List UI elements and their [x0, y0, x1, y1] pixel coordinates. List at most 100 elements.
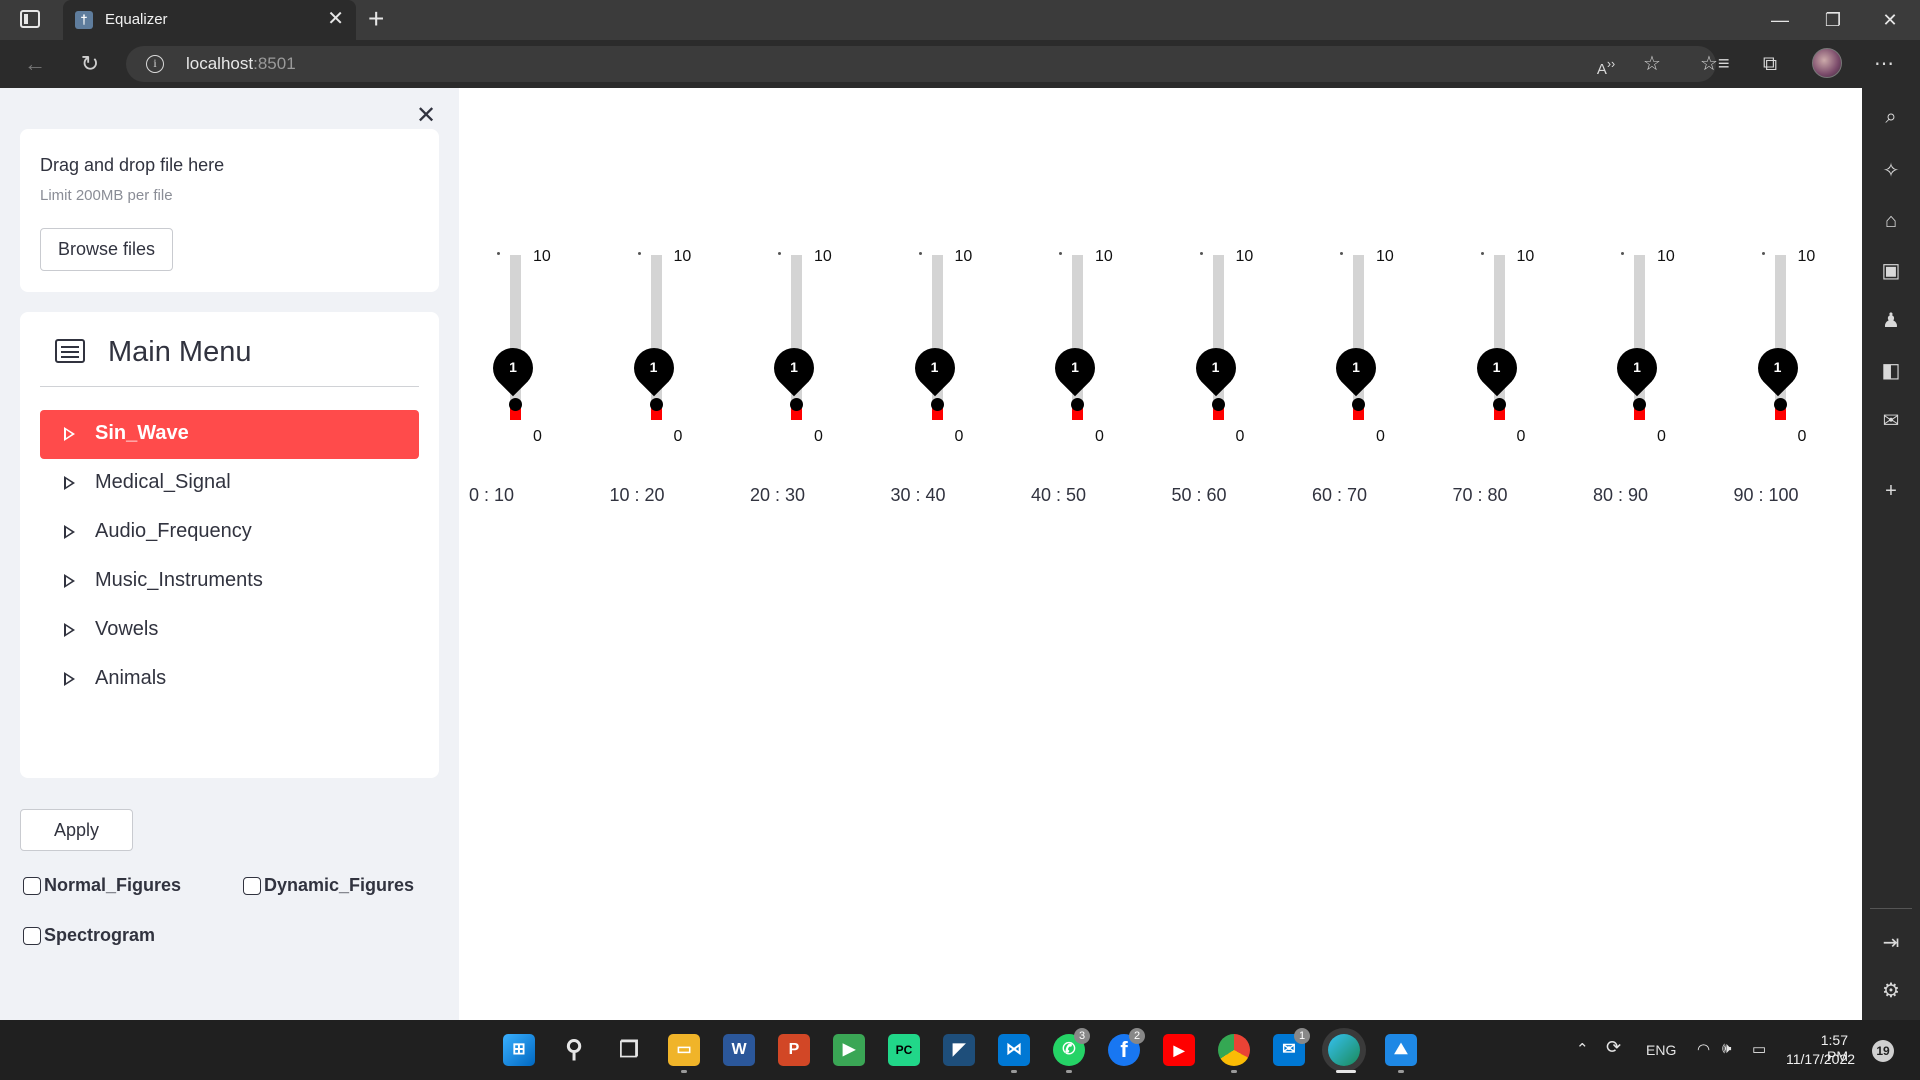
apply-button[interactable]: Apply: [20, 809, 133, 851]
checkbox-label: Spectrogram: [44, 925, 156, 945]
wifi-icon[interactable]: ◠: [1697, 1040, 1710, 1058]
band-slider[interactable]: 10 1 0: [1302, 238, 1432, 445]
briefcase-icon[interactable]: ▣: [1876, 256, 1906, 286]
window-close-button[interactable]: ✕: [1870, 6, 1910, 34]
running-indicator: [1011, 1070, 1017, 1073]
checkbox-box[interactable]: [23, 927, 41, 945]
edge-divider: [1870, 908, 1912, 909]
menu-item-medical-signal[interactable]: Medical_Signal: [40, 459, 419, 508]
slider-thumb[interactable]: [1211, 397, 1225, 411]
sway-icon[interactable]: ▶: [833, 1034, 865, 1066]
play-triangle-icon: [64, 525, 75, 539]
address-bar[interactable]: i localhost:8501: [126, 46, 1716, 82]
slider-min-label: 0: [1095, 428, 1104, 445]
sparkle-icon[interactable]: ✧: [1876, 156, 1906, 186]
band-slider[interactable]: 10 1 0: [1021, 238, 1151, 445]
slider-thumb[interactable]: [1773, 397, 1787, 411]
back-arrow-icon[interactable]: ←: [20, 50, 50, 78]
battery-icon[interactable]: ▭: [1752, 1040, 1766, 1058]
powerpoint-icon[interactable]: P: [778, 1034, 810, 1066]
url-text[interactable]: localhost:8501: [186, 54, 296, 74]
read-aloud-icon[interactable]: A››: [1592, 50, 1620, 78]
band-slider[interactable]: 10 1 0: [881, 238, 1011, 445]
band-slider[interactable]: 10 1 0: [1443, 238, 1573, 445]
profile-avatar[interactable]: [1812, 48, 1842, 78]
outlook-icon[interactable]: ✉: [1876, 406, 1906, 436]
slider-thumb[interactable]: [790, 397, 803, 411]
new-tab-button[interactable]: +: [368, 3, 384, 35]
band-range-label: 40 : 50: [1031, 485, 1087, 505]
slider-max-label: 10: [1235, 248, 1254, 265]
band-slider[interactable]: 10 1 0: [459, 238, 589, 445]
collections-icon[interactable]: ⧉: [1756, 50, 1784, 78]
chevron-up-icon[interactable]: ⌃: [1576, 1040, 1589, 1058]
band-slider[interactable]: 10 1 0: [600, 238, 730, 445]
slider-thumb[interactable]: [509, 397, 522, 411]
band-slider[interactable]: 10 1 0: [740, 238, 870, 445]
menu-item-sin-wave[interactable]: Sin_Wave: [40, 410, 419, 459]
menu-item-music-instruments[interactable]: Music_Instruments: [40, 557, 419, 606]
edge-sidebar: ⌕ ✧ ⌂ ▣ ♟ ◧ ✉ + ⇥ ⚙: [1862, 88, 1920, 1020]
pycharm-icon[interactable]: PC: [888, 1034, 920, 1066]
band-range-label: 70 : 80: [1452, 485, 1508, 505]
slider-tick: [1621, 252, 1624, 255]
photos-icon[interactable]: ⛰: [1385, 1034, 1417, 1066]
slider-thumb[interactable]: [1633, 397, 1646, 411]
games-icon[interactable]: ♟: [1876, 306, 1906, 336]
word-icon[interactable]: W: [723, 1034, 755, 1066]
slider-thumb[interactable]: [1352, 397, 1365, 411]
hide-sidebar-icon[interactable]: ⇥: [1876, 928, 1906, 958]
checkbox-box[interactable]: [23, 877, 41, 895]
settings-gear-icon[interactable]: ⚙: [1876, 976, 1906, 1006]
volume-icon[interactable]: 🕪: [1722, 1040, 1731, 1057]
edge-browser-icon[interactable]: [1328, 1034, 1360, 1066]
slider-thumb[interactable]: [1071, 397, 1084, 411]
browse-files-button[interactable]: Browse files: [40, 228, 173, 271]
running-indicator: [681, 1070, 687, 1073]
file-uploader[interactable]: Drag and drop file here Limit 200MB per …: [20, 129, 439, 292]
slider-max-label: 10: [673, 248, 692, 265]
checkbox-box[interactable]: [243, 877, 261, 895]
app-page: ✕ Drag and drop file here Limit 200MB pe…: [0, 88, 1862, 1020]
task-view-icon[interactable]: ❐: [613, 1034, 645, 1066]
office-icon[interactable]: ◧: [1876, 356, 1906, 386]
reload-icon[interactable]: ↻: [75, 50, 105, 78]
restore-button[interactable]: ❐: [1813, 6, 1853, 34]
slider-value: 1: [790, 358, 798, 375]
add-favorite-icon[interactable]: ☆: [1638, 50, 1666, 78]
menu-item-animals[interactable]: Animals: [40, 655, 419, 704]
language-indicator[interactable]: ENG: [1646, 1042, 1676, 1058]
more-menu-icon[interactable]: ⋯: [1870, 50, 1898, 78]
vscode-icon[interactable]: ⋈: [998, 1034, 1030, 1066]
browser-tab[interactable]: † Equalizer ✕: [63, 0, 356, 40]
sidebar-close-icon[interactable]: ✕: [416, 104, 436, 128]
slider-thumb[interactable]: [930, 397, 944, 411]
sync-icon[interactable]: ⟳: [1606, 1037, 1621, 1058]
tab-actions-icon[interactable]: [20, 10, 40, 28]
favorites-icon[interactable]: ☆≡: [1700, 50, 1730, 78]
band-slider[interactable]: 10 1 0: [1583, 238, 1713, 445]
youtube-icon[interactable]: ▶: [1163, 1034, 1195, 1066]
file-explorer-icon[interactable]: ▭: [668, 1034, 700, 1066]
mysql-workbench-icon[interactable]: ◤: [943, 1034, 975, 1066]
slider-thumb[interactable]: [649, 397, 663, 411]
minimize-button[interactable]: —: [1760, 6, 1800, 34]
slider-max-label: 10: [1797, 248, 1816, 265]
tag-icon[interactable]: ⌂: [1876, 206, 1906, 236]
slider-thumb[interactable]: [1492, 397, 1506, 411]
clock-date[interactable]: 11/17/2022: [1786, 1051, 1855, 1067]
band-slider[interactable]: 10 1 0: [1162, 238, 1292, 445]
search-icon[interactable]: ⚲: [558, 1034, 590, 1066]
menu-item-audio-frequency[interactable]: Audio_Frequency: [40, 508, 419, 557]
notification-count-badge[interactable]: 19: [1872, 1040, 1894, 1062]
equalizer-panel: 10 1 0 0 : 10 10 1 0 10 : 20 10 1 0 20 : 30 10 1 0 30 :…: [459, 88, 1862, 1020]
add-icon[interactable]: +: [1876, 476, 1906, 506]
site-info-icon[interactable]: i: [146, 55, 164, 73]
windows-start-icon[interactable]: ⊞: [503, 1034, 535, 1066]
tab-close-icon[interactable]: ✕: [327, 8, 344, 30]
search-icon[interactable]: ⌕: [1876, 102, 1906, 132]
menu-item-vowels[interactable]: Vowels: [40, 606, 419, 655]
band-slider[interactable]: 10 1 0: [1724, 238, 1854, 445]
chrome-icon[interactable]: [1218, 1034, 1250, 1066]
slider-max-label: 10: [954, 248, 973, 265]
